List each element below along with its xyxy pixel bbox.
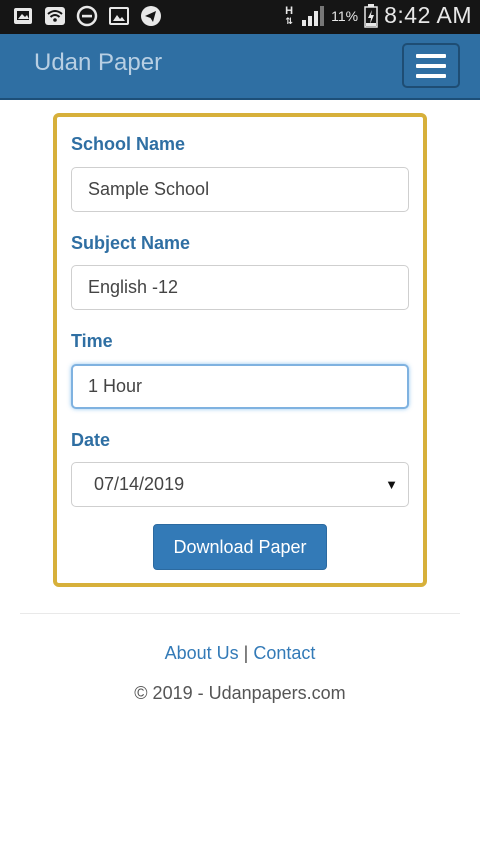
hamburger-menu-icon-bar (416, 73, 446, 78)
status-bar: H ⇅ 11% 8:42 AM (0, 0, 480, 34)
battery-charging-icon (364, 3, 378, 28)
menu-toggle-button[interactable] (402, 43, 460, 88)
contact-link[interactable]: Contact (253, 643, 315, 663)
date-select[interactable]: 07/14/2019 ▼ (71, 462, 409, 507)
hamburger-menu-icon-bar (416, 53, 446, 58)
date-label: Date (71, 430, 111, 450)
footer-links: About Us | Contact (0, 643, 480, 664)
data-arrows-icon: ⇅ (285, 15, 293, 26)
school-name-input[interactable]: Sample School (71, 167, 409, 212)
signal-strength-icon (302, 5, 325, 26)
paper-form-card: School Name Sample School Subject Name E… (53, 113, 427, 587)
network-type-indicator: H ⇅ (283, 5, 295, 26)
footer-link-separator: | (243, 643, 249, 663)
download-paper-button[interactable]: Download Paper (153, 524, 327, 570)
copyright-text: © 2019 - Udanpapers.com (134, 683, 346, 703)
gallery-notification-icon (14, 8, 32, 24)
brand-link[interactable]: Udan Paper (34, 49, 162, 77)
battery-percent: 11% (331, 7, 359, 24)
status-bar-system: H ⇅ 11% 8:42 AM (283, 2, 472, 29)
wifi-icon (45, 7, 65, 25)
image-notification-icon (109, 7, 129, 25)
school-name-label: School Name (71, 134, 186, 154)
status-clock: 8:42 AM (384, 2, 472, 28)
about-us-link[interactable]: About Us (165, 643, 239, 663)
hamburger-menu-icon-bar (416, 63, 446, 68)
time-label: Time (71, 331, 113, 351)
dropdown-arrow-icon: ▼ (385, 477, 398, 492)
subject-name-input[interactable]: English -12 (71, 265, 409, 310)
date-select-value: 07/14/2019 (94, 474, 185, 494)
status-bar-notifications (12, 5, 162, 27)
subject-name-label: Subject Name (71, 233, 191, 253)
footer-divider (20, 613, 460, 614)
time-input[interactable]: 1 Hour (71, 364, 409, 409)
do-not-disturb-icon (76, 5, 98, 27)
navbar: Udan Paper (0, 34, 480, 100)
telegram-icon (141, 6, 161, 26)
